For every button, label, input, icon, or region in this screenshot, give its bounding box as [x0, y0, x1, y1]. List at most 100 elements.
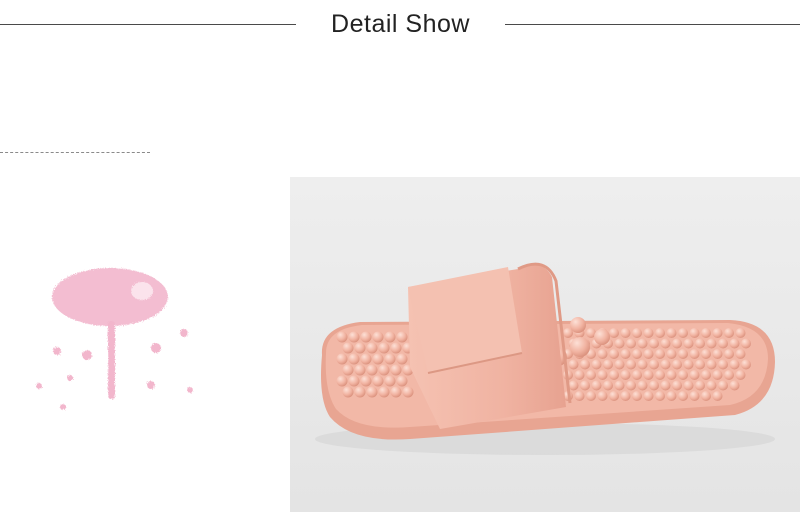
massage-bead	[735, 328, 746, 338]
massage-bead	[701, 328, 711, 338]
massage-bead	[678, 328, 688, 338]
massage-bead	[695, 338, 705, 349]
massage-bead	[678, 349, 688, 359]
massage-bead	[672, 359, 682, 370]
massage-bead	[660, 359, 671, 370]
massage-bead	[626, 338, 636, 349]
massage-bead	[366, 342, 378, 354]
dashed-divider	[0, 152, 150, 153]
massage-bead	[336, 331, 348, 343]
massage-bead	[666, 370, 677, 380]
massage-bead	[603, 380, 613, 391]
massage-bead	[372, 375, 384, 387]
massage-bead	[701, 370, 711, 380]
massage-bead	[666, 391, 677, 401]
massage-bead	[649, 338, 659, 349]
massage-bead	[632, 328, 642, 338]
massage-bead	[718, 380, 728, 391]
massage-bead	[378, 386, 390, 398]
massage-bead	[366, 386, 378, 398]
massage-bead	[655, 328, 665, 338]
massage-bead	[724, 328, 734, 338]
product-photo	[290, 177, 800, 512]
massage-bead	[701, 391, 711, 401]
massage-bead	[672, 380, 682, 391]
massage-bead	[568, 380, 579, 391]
massage-bead	[354, 386, 366, 398]
massage-bead	[637, 359, 648, 370]
massage-bead	[741, 338, 751, 349]
massage-bead	[360, 353, 372, 365]
massage-bead	[360, 331, 372, 343]
massage-bead	[626, 380, 636, 391]
massage-bead	[712, 370, 723, 380]
massage-bead	[706, 359, 717, 370]
massage-bead	[354, 342, 366, 354]
massage-bead	[678, 391, 688, 401]
massage-bead	[609, 370, 619, 380]
massage-bead	[655, 370, 665, 380]
massage-bead	[580, 359, 590, 370]
header-divider-left	[0, 24, 296, 25]
massage-bead	[603, 359, 613, 370]
massage-bead	[620, 349, 631, 359]
massage-bead	[396, 331, 408, 343]
massage-bead	[689, 370, 700, 380]
massage-bead	[594, 329, 610, 345]
massage-bead	[735, 349, 746, 359]
massage-bead	[620, 328, 631, 338]
massage-bead	[396, 375, 408, 387]
massage-bead	[632, 349, 642, 359]
massage-bead	[354, 364, 366, 376]
massage-bead	[342, 364, 354, 376]
massage-bead	[712, 349, 723, 359]
massage-bead	[724, 370, 734, 380]
massage-bead	[724, 349, 734, 359]
massage-bead	[706, 380, 717, 391]
massage-bead	[741, 359, 751, 370]
massage-bead	[384, 375, 396, 387]
massage-bead	[342, 342, 354, 354]
massage-bead	[402, 386, 414, 398]
massage-bead	[614, 380, 625, 391]
massage-bead	[632, 391, 642, 401]
massage-bead	[396, 353, 408, 365]
massage-bead	[342, 386, 354, 398]
massage-bead	[336, 375, 348, 387]
massage-bead	[689, 349, 700, 359]
massage-bead	[570, 317, 586, 333]
massage-bead	[336, 353, 348, 365]
massage-bead	[729, 338, 740, 349]
massage-bead	[643, 391, 654, 401]
massage-bead	[655, 391, 665, 401]
massage-bead	[574, 370, 585, 380]
massage-bead	[660, 380, 671, 391]
header-divider-right	[505, 24, 800, 25]
massage-bead	[655, 349, 665, 359]
massage-bead	[372, 331, 384, 343]
massage-bead	[718, 359, 728, 370]
massage-bead	[735, 370, 746, 380]
massage-bead	[348, 353, 360, 365]
massage-bead	[672, 338, 682, 349]
massage-bead	[360, 375, 372, 387]
massage-bead	[366, 364, 378, 376]
massage-bead	[609, 349, 619, 359]
massage-bead	[580, 380, 590, 391]
massage-bead	[637, 338, 648, 349]
massage-bead	[570, 337, 590, 357]
massage-bead	[614, 359, 625, 370]
massage-bead	[390, 342, 402, 354]
massage-bead	[678, 370, 688, 380]
massage-bead	[695, 359, 705, 370]
massage-bead	[614, 338, 625, 349]
massage-bead	[718, 338, 728, 349]
massage-bead	[626, 359, 636, 370]
massage-bead	[574, 391, 585, 401]
massage-bead	[597, 349, 608, 359]
massage-bead	[609, 391, 619, 401]
massage-bead	[591, 359, 602, 370]
massage-bead	[597, 370, 608, 380]
massage-bead	[649, 380, 659, 391]
massage-bead	[597, 391, 608, 401]
